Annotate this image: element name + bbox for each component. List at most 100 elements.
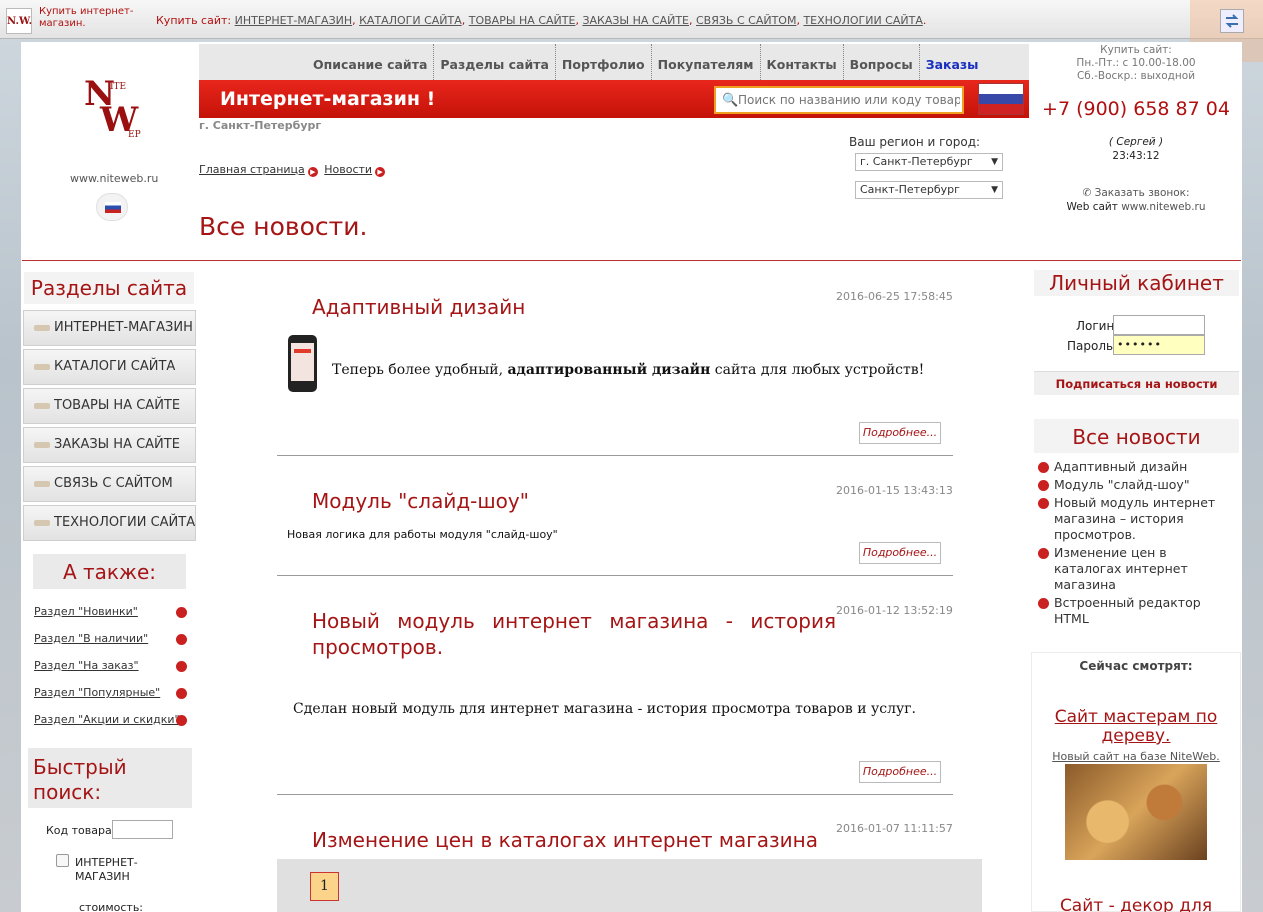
- news-link[interactable]: Изменение цен в каталогах интернет магаз…: [1038, 545, 1228, 593]
- post-divider: [277, 794, 953, 795]
- also-item-popular[interactable]: Раздел "Популярные": [34, 686, 189, 699]
- product-code-input[interactable]: [112, 820, 173, 839]
- buy-link-shop[interactable]: ИНТЕРНЕТ-МАГАЗИН: [235, 14, 353, 27]
- arrow-right-icon: [176, 607, 187, 618]
- also-item-in-stock[interactable]: Раздел "В наличии": [34, 632, 189, 645]
- login-input[interactable]: [1113, 315, 1205, 335]
- web-site-url[interactable]: www.niteweb.ru: [1121, 201, 1205, 213]
- sidebar-item-shop[interactable]: ИНТЕРНЕТ-МАГАЗИН: [23, 310, 196, 346]
- post-text-start: Теперь более удобный,: [332, 362, 504, 378]
- read-more-button[interactable]: Подробнее...: [859, 542, 941, 564]
- breadcrumb-home[interactable]: Главная страница: [199, 163, 305, 176]
- also-item-new[interactable]: Раздел "Новинки": [34, 605, 189, 618]
- also-title: А также:: [33, 554, 186, 589]
- contact-buy-label: Купить сайт:: [1100, 44, 1172, 56]
- region-select-value: г. Санкт-Петербург: [860, 155, 973, 168]
- main-nav: Описание сайта Разделы сайта Портфолио П…: [199, 44, 1029, 80]
- account-title: Личный кабинет: [1034, 270, 1239, 296]
- breadcrumb-news[interactable]: Новости: [324, 163, 372, 176]
- password-input[interactable]: ••••••: [1113, 335, 1205, 355]
- search-box[interactable]: 🔍: [714, 86, 964, 114]
- russia-flag-icon[interactable]: [978, 83, 1024, 115]
- also-item-label: Раздел "Популярные": [34, 686, 161, 699]
- site-logo[interactable]: N ITE W EP: [80, 74, 144, 144]
- news-link[interactable]: Новый модуль интернет магазина – история…: [1038, 495, 1228, 543]
- shop-checkbox[interactable]: [56, 854, 69, 867]
- buy-link-contact[interactable]: СВЯЗЬ С САЙТОМ: [696, 14, 796, 27]
- section-icon: [34, 403, 50, 409]
- also-item-label: Раздел "На заказ": [34, 659, 139, 672]
- callback-block: ✆ Заказать звонок: Web сайт www.niteweb.…: [1040, 186, 1232, 214]
- post-title[interactable]: Адаптивный дизайн: [312, 295, 525, 319]
- subscribe-news-button[interactable]: Подписаться на новости: [1034, 371, 1239, 395]
- sidebar-item-label: СВЯЗЬ С САЙТОМ: [54, 476, 173, 491]
- buy-link-tech[interactable]: ТЕХНОЛОГИИ САЙТА: [803, 14, 922, 27]
- nav-item-portfolio[interactable]: Портфолио: [556, 44, 652, 80]
- current-city: г. Санкт-Петербург: [199, 119, 322, 132]
- buy-link-catalogs[interactable]: КАТАЛОГИ САЙТА: [359, 14, 462, 27]
- callback-link[interactable]: ✆ Заказать звонок:: [1040, 186, 1232, 200]
- page-button-current[interactable]: 1: [310, 872, 339, 901]
- nav-item-questions[interactable]: Вопросы: [844, 44, 920, 80]
- post-title[interactable]: Модуль "слайд-шоу": [312, 489, 529, 513]
- also-item-label: Раздел "В наличии": [34, 632, 149, 645]
- section-icon: [34, 325, 50, 331]
- also-item-label: Раздел "Новинки": [34, 605, 138, 618]
- callback-label: Заказать звонок:: [1094, 187, 1190, 199]
- breadcrumb: Главная страница ▶ Новости ▶: [199, 163, 388, 177]
- nav-item-contacts[interactable]: Контакты: [761, 44, 844, 80]
- read-more-button[interactable]: Подробнее...: [859, 761, 941, 783]
- sidebar-item-tech[interactable]: ТЕХНОЛОГИИ САЙТА: [23, 505, 196, 541]
- promo-subtitle[interactable]: Новый сайт на базе NiteWeb.: [1040, 750, 1232, 763]
- chevron-down-icon: ▼: [991, 157, 998, 167]
- header-divider: [22, 260, 1241, 261]
- phone-number[interactable]: +7 (900) 658 87 04: [1040, 98, 1232, 120]
- read-more-button[interactable]: Подробнее...: [859, 422, 941, 444]
- also-item-to-order[interactable]: Раздел "На заказ": [34, 659, 189, 672]
- sidebar-item-contact[interactable]: СВЯЗЬ С САЙТОМ: [23, 466, 196, 502]
- arrow-right-icon: [176, 688, 187, 699]
- password-label: Пароль:: [1067, 339, 1118, 353]
- language-flag-icon[interactable]: [96, 193, 128, 221]
- promo-title[interactable]: Сайт - декор для: [1040, 897, 1232, 912]
- logo-ite: ITE: [110, 82, 127, 92]
- nav-item-sections[interactable]: Разделы сайта: [434, 44, 556, 80]
- post-title[interactable]: Новый модуль интернет магазина - история: [312, 609, 836, 633]
- region-label: Ваш регион и город:: [849, 135, 981, 149]
- sidebar-item-catalogs[interactable]: КАТАЛОГИ САЙТА: [23, 349, 196, 385]
- post-title-continued[interactable]: просмотров.: [312, 635, 443, 659]
- promo-title[interactable]: Сайт мастерам по дереву.: [1040, 708, 1232, 746]
- logo-ep: EP: [128, 130, 141, 140]
- clock: 23:43:12: [1112, 150, 1160, 162]
- search-input[interactable]: [738, 91, 960, 109]
- toggle-panel-icon[interactable]: [1220, 9, 1244, 33]
- section-icon: [34, 442, 50, 448]
- news-link[interactable]: Модуль "слайд-шоу": [1038, 477, 1228, 493]
- news-link[interactable]: Адаптивный дизайн: [1038, 459, 1228, 475]
- quick-search-title: Быстрый поиск:: [28, 748, 192, 808]
- work-hours: Пн.-Пт.: с 10.00-18.00: [1076, 57, 1196, 69]
- sidebar-item-goods[interactable]: ТОВАРЫ НА САЙТЕ: [23, 388, 196, 424]
- city-select[interactable]: Санкт-Петербург ▼: [855, 181, 1003, 199]
- sidebar-item-label: ТЕХНОЛОГИИ САЙТА: [54, 515, 196, 530]
- sections-title: Разделы сайта: [24, 272, 194, 304]
- post-divider: [277, 575, 953, 576]
- woodwork-image[interactable]: [1065, 764, 1207, 860]
- also-item-sales[interactable]: Раздел "Акции и скидки": [34, 713, 189, 726]
- region-select[interactable]: г. Санкт-Петербург ▼: [855, 153, 1003, 171]
- buy-link-goods[interactable]: ТОВАРЫ НА САЙТЕ: [469, 14, 576, 27]
- news-link[interactable]: Встроенный редактор HTML: [1038, 595, 1228, 627]
- arrow-right-icon: ▶: [375, 167, 386, 177]
- sidebar-item-orders[interactable]: ЗАКАЗЫ НА САЙТЕ: [23, 427, 196, 463]
- nav-item-customers[interactable]: Покупателям: [652, 44, 761, 80]
- mini-logo[interactable]: N.W.: [6, 8, 32, 34]
- post-text: Новая логика для работы модуля "слайд-шо…: [287, 528, 558, 541]
- cost-label: стоимость:: [79, 901, 144, 912]
- nav-item-description[interactable]: Описание сайта: [307, 44, 435, 80]
- post-title[interactable]: Изменение цен в каталогах интернет магаз…: [312, 828, 818, 852]
- buy-site-links: Купить сайт: ИНТЕРНЕТ-МАГАЗИН, КАТАЛОГИ …: [156, 14, 927, 27]
- buy-site-label: Купить сайт:: [156, 14, 232, 27]
- buy-link-orders[interactable]: ЗАКАЗЫ НА САЙТЕ: [582, 14, 689, 27]
- nav-item-orders[interactable]: Заказы: [920, 44, 985, 80]
- mini-logo-caption[interactable]: Купить интернет-магазин.: [39, 6, 139, 30]
